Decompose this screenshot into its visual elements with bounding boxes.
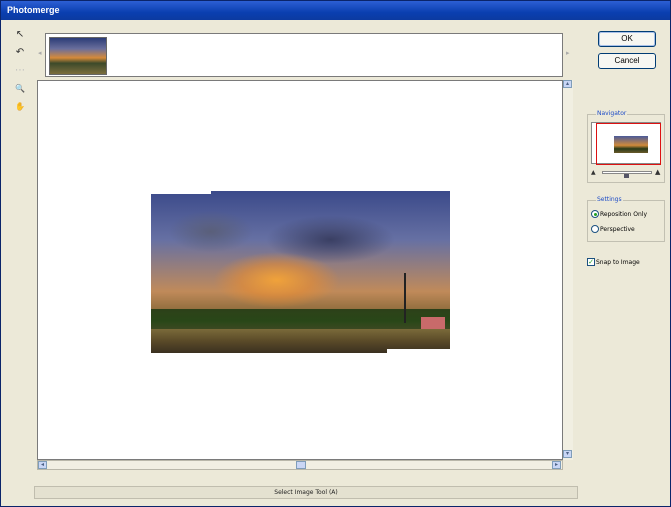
settings-title: Settings [596,196,623,203]
navigator-title: Navigator [596,110,628,117]
cancel-button[interactable]: Cancel [598,53,656,69]
select-image-tool-icon[interactable]: ↖ [12,27,28,41]
lightbox-scroll-right-icon[interactable]: ▸ [566,49,570,57]
perspective-option[interactable]: Perspective [591,225,635,233]
set-vanishing-point-tool-icon[interactable]: ⋯ [12,63,28,77]
status-bar: Select Image Tool (A) [34,486,578,499]
perspective-radio[interactable] [591,225,599,233]
tool-palette: ↖ ↶ ⋯ 🔍 ✋ [12,27,32,117]
reposition-only-radio[interactable] [591,210,599,218]
zoom-slider-handle[interactable] [624,174,629,178]
unplaced-image-thumbnail[interactable] [49,37,107,75]
panorama-edge-gap [151,191,211,194]
perspective-label: Perspective [600,225,635,233]
zoom-tool-icon[interactable]: 🔍 [12,81,28,95]
lightbox[interactable] [45,33,563,77]
rotate-image-tool-icon[interactable]: ↶ [12,45,28,59]
merged-panorama-image[interactable] [151,191,450,353]
building [421,317,445,329]
lamp-post [404,273,406,323]
zoom-in-icon[interactable]: ▲ [655,168,660,176]
reposition-only-option[interactable]: Reposition Only [591,210,647,218]
lightbox-scroll-left-icon[interactable]: ◂ [38,49,42,57]
hand-tool-icon[interactable]: ✋ [12,99,28,113]
title-bar[interactable]: Photomerge [1,1,670,20]
navigator-zoom: ▲ ▲ [590,168,664,178]
composition-work-area[interactable] [37,80,563,460]
window-title: Photomerge [7,5,60,15]
navigator-panel: Navigator ▲ ▲ [587,110,665,183]
scroll-right-icon[interactable]: ▸ [552,461,561,469]
navigator-view-box[interactable] [596,123,661,165]
navigator-preview[interactable] [591,122,661,165]
reposition-only-label: Reposition Only [600,210,648,218]
photomerge-dialog: Photomerge ↖ ↶ ⋯ 🔍 ✋ ◂ ▸ ▴ ▾ ◂ ▸ Select … [0,0,671,507]
vertical-scrollbar[interactable]: ▴ ▾ [563,80,573,460]
horizontal-scrollbar[interactable]: ◂ ▸ [37,460,563,470]
scroll-up-icon[interactable]: ▴ [563,80,572,88]
snap-to-image-option[interactable]: ✓ Snap to Image [587,258,640,266]
scroll-down-icon[interactable]: ▾ [563,450,572,458]
zoom-out-icon[interactable]: ▲ [591,169,596,176]
settings-panel: Settings Reposition Only Perspective [587,196,665,242]
horizontal-scroll-thumb[interactable] [296,461,306,469]
snap-to-image-checkbox[interactable]: ✓ [587,258,595,266]
snap-to-image-label: Snap to Image [596,258,640,266]
ok-button[interactable]: OK [598,31,656,47]
panorama-edge-gap [387,349,450,353]
scroll-left-icon[interactable]: ◂ [38,461,47,469]
